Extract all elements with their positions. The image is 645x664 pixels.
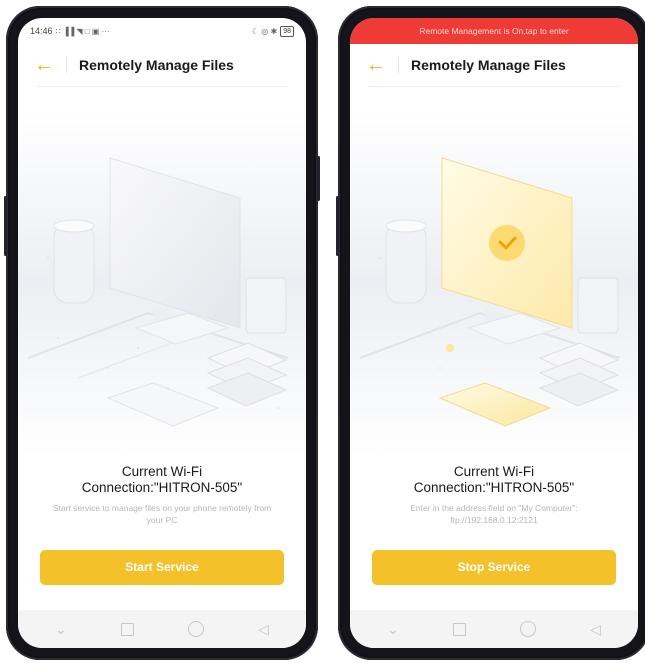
instruction-text: Start service to manage files on your ph… (32, 502, 292, 526)
system-icons: ☾ ◎ ✱ (251, 26, 278, 36)
heading-line-2: Connection:"HITRON-505" (81, 480, 243, 495)
status-time: 14:46 (30, 26, 53, 36)
status-bar: 14:46 ∷ ▐▐ ◥ □ ▣ ··· ☾ ◎ ✱ 98 (18, 18, 306, 44)
heading-line-1: Current Wi-Fi (453, 464, 535, 479)
page-title: Remotely Manage Files (411, 57, 566, 73)
stop-service-button[interactable]: Stop Service (372, 550, 616, 585)
phone-screen-right: Remote Management is On,tap to enter ← R… (350, 18, 638, 648)
home-icon[interactable] (188, 621, 204, 637)
battery-icon: 98 (280, 25, 294, 37)
phone-screen-left: 14:46 ∷ ▐▐ ◥ □ ▣ ··· ☾ ◎ ✱ 98 ← Remotely… (18, 18, 306, 648)
instruction-line-1: Start service to manage files on your ph… (52, 503, 272, 513)
divider (66, 57, 67, 73)
instruction-line-2: your PC (146, 515, 178, 525)
volume-button (4, 196, 7, 256)
app-bar: ← Remotely Manage Files (350, 48, 638, 82)
system-nav-bar: ⌄ ◁ (350, 610, 638, 648)
arrow-left-icon[interactable]: ← (366, 55, 388, 75)
heading-line-2: Connection:"HITRON-505" (413, 480, 575, 495)
wifi-connection-heading: Current Wi-Fi Connection:"HITRON-505" (350, 464, 638, 496)
divider (398, 57, 399, 73)
heading-line-1: Current Wi-Fi (121, 464, 203, 479)
system-nav-bar: ⌄ ◁ (18, 610, 306, 648)
page-title: Remotely Manage Files (79, 57, 234, 73)
back-triangle-icon[interactable]: ◁ (258, 622, 269, 636)
ftp-address-text: Enter in the address field on "My Comput… (364, 502, 624, 526)
ftp-address: ftp://192.168.0.12:2121 (450, 515, 538, 525)
start-service-button[interactable]: Start Service (40, 550, 284, 585)
chevron-down-icon[interactable]: ⌄ (387, 622, 399, 636)
recent-apps-icon[interactable] (452, 622, 466, 636)
volume-button (336, 196, 339, 256)
instruction-line-1: Enter in the address field on "My Comput… (410, 503, 578, 513)
phone-frame-left: 14:46 ∷ ▐▐ ◥ □ ▣ ··· ☾ ◎ ✱ 98 ← Remotely… (4, 6, 320, 660)
power-button (317, 156, 320, 201)
recent-apps-icon[interactable] (120, 622, 134, 636)
remote-files-active-illustration (350, 108, 638, 458)
signal-icons: ∷ ▐▐ ◥ □ ▣ ··· (55, 26, 110, 36)
app-bar: ← Remotely Manage Files (18, 48, 306, 82)
remote-files-illustration (18, 108, 306, 458)
phone-frame-right: Remote Management is On,tap to enter ← R… (336, 6, 645, 660)
wifi-connection-heading: Current Wi-Fi Connection:"HITRON-505" (18, 464, 306, 496)
arrow-left-icon[interactable]: ← (34, 55, 56, 75)
remote-management-banner[interactable]: Remote Management is On,tap to enter (350, 18, 638, 44)
home-icon[interactable] (520, 621, 536, 637)
divider (368, 86, 620, 87)
back-triangle-icon[interactable]: ◁ (590, 622, 601, 636)
divider (36, 86, 288, 87)
chevron-down-icon[interactable]: ⌄ (55, 622, 67, 636)
